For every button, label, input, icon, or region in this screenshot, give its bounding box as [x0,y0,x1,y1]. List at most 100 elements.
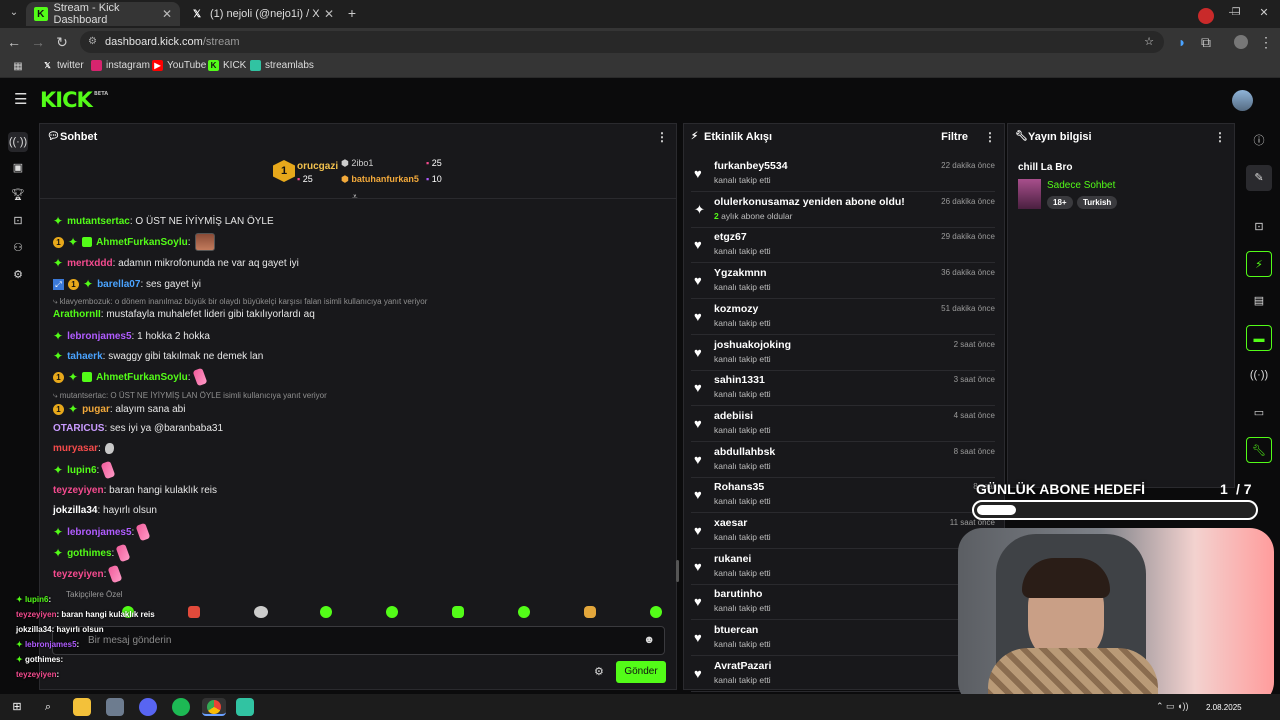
settings-icon[interactable]: ⚙ [8,265,28,285]
leaderboard-first-name[interactable]: orucgazi [297,161,338,172]
reply-context[interactable]: ⤷ klavyembozuk: o dönem inanılmaz büyük … [53,297,427,307]
bookmark-youtube[interactable]: ▶ YouTube [152,60,206,71]
streamlabs-icon[interactable] [236,698,254,716]
chrome-icon[interactable] [202,698,226,716]
broadcast-icon[interactable]: ((·)) [8,132,28,152]
activity-event[interactable]: ♥ adebiisi kanalı takip etti 4 saat önce [691,406,995,442]
category-name[interactable]: Sadece Sohbet [1047,180,1115,191]
site-info-icon[interactable]: ⚙ [88,31,97,53]
chat-username[interactable]: lebronjames5 [67,527,131,538]
info-icon[interactable]: ⓘ [1246,128,1272,154]
emote-yellow-icon[interactable] [584,606,596,618]
user-avatar[interactable] [1232,90,1253,111]
activity-options-icon[interactable]: ⋮ [984,130,996,144]
leaderboard-third[interactable]: ⬢ batuhanfurkan5 [341,174,419,185]
reply-context[interactable]: ⤷ mutantsertac: O ÜST NE İYİYMİŞ LAN ÖYL… [53,391,327,401]
chat-username[interactable]: mertxddd [67,258,113,269]
activity-event[interactable]: ♥ sahin1331 kanalı takip etti 3 saat önce [691,370,995,407]
emote-face-icon[interactable] [254,606,268,618]
activity-event[interactable]: ♥barutinhokanalı takip etti15 [691,584,995,621]
emote-green-icon[interactable] [518,606,530,618]
activity-event[interactable]: ♥rukaneikanalı takip etti15 [691,549,995,585]
tab-x[interactable]: 𝕏 (1) nejoli (@nejo1i) / X ✕ [182,2,342,26]
kick-logo[interactable]: KICK BETA [40,88,108,112]
app-icon[interactable] [106,698,124,716]
tab-kick-dashboard[interactable]: K Stream - Kick Dashboard ✕ [26,2,180,26]
hamburger-menu-icon[interactable]: ☰ [14,90,27,108]
screenshot-icon[interactable]: ⊡ [1246,214,1272,240]
window-close-icon[interactable]: ✕ [1256,5,1272,21]
chat-username[interactable]: teyzeyiyen [53,485,104,496]
chat-username[interactable]: jokzilla34 [53,505,97,516]
apps-grid-icon[interactable]: ▦ [10,59,26,75]
emote-green-icon[interactable] [386,606,398,618]
chat-username[interactable]: muryasar [53,443,98,454]
tag-pill[interactable]: Turkish [1077,196,1118,209]
chat-username[interactable]: teyzeyiyen [53,569,104,580]
close-icon[interactable]: ✕ [324,7,334,21]
bookmark-star-icon[interactable]: ☆ [1144,31,1154,53]
activity-event[interactable]: ♥ kozmozy kanalı takip etti 51 dakika önce [691,299,995,335]
filter-button[interactable]: Filtre [941,131,968,143]
activity-event[interactable]: ♥ Ygzakmnn kanalı takip etti 36 dakika önce [691,263,995,300]
chat-scrollbar[interactable] [676,560,679,582]
activity-event[interactable]: ♥ furkanbey5534 kanalı takip etti 22 dakika… [691,156,995,192]
chat-username[interactable]: AhmetFurkanSoylu [96,372,188,383]
back-icon[interactable]: ← [6,34,22,50]
emoji-picker-icon[interactable]: ☻ [643,634,655,646]
chat-options-icon[interactable]: ⋮ [656,130,668,144]
chat-username[interactable]: AhmetFurkanSoylu [96,237,188,248]
tray-icons[interactable]: ⌃ ▭ ◖)) [1156,701,1188,712]
emote-red-icon[interactable] [188,606,200,618]
tab-search-icon[interactable]: ⌄ [6,5,22,21]
activity-event[interactable]: ✦ olulerkonusamaz yeniden abone oldu! 2 ay… [691,192,995,228]
activity-event[interactable]: ♥btuercankanalı takip etti18 [691,620,995,657]
chat-settings-icon[interactable]: ⚙ [594,665,604,678]
search-icon[interactable]: ⌕ [39,698,57,716]
tag-pill[interactable]: 18+ [1047,196,1073,209]
activity-event[interactable]: ♥ joshuakojoking kanalı takip etti 2 saat ö… [691,335,995,371]
chat-username[interactable]: tahaerk [67,351,103,362]
windows-start-icon[interactable]: ⊞ [8,698,26,716]
url-field[interactable]: ⚙ dashboard.kick.com/stream ☆ [80,31,1164,53]
chat-username[interactable]: pugar [82,404,110,415]
new-tab-button[interactable]: + [344,5,360,21]
profile-badge-icon[interactable] [1198,8,1214,24]
emote-green-icon[interactable] [320,606,332,618]
activity-event[interactable]: ♥ abdullahbsk kanalı takip etti 8 saat önce [691,442,995,478]
close-icon[interactable]: ✕ [162,7,172,21]
leaderboard-second[interactable]: ⬢ 2ibo1 [341,158,373,169]
users-icon[interactable]: ⚇ [8,238,28,258]
reload-icon[interactable]: ↻ [54,34,70,50]
more-menu-icon[interactable]: ⋮ [1258,34,1274,50]
activity-event[interactable]: ♥ etgz67 kanalı takip etti 29 dakika önce [691,227,995,264]
chat-username[interactable]: ArathornII [53,309,101,320]
discord-icon[interactable] [139,698,157,716]
bookmark-twitter[interactable]: 𝕏twitter [42,60,83,71]
forward-icon[interactable]: → [30,34,46,50]
restore-icon[interactable]: ❐ [1228,5,1244,21]
stream-info-options-icon[interactable]: ⋮ [1214,130,1226,144]
file-explorer-icon[interactable] [73,698,91,716]
chat-icon[interactable]: ▬ [1246,325,1272,351]
broadcast-icon[interactable]: ((·)) [1246,362,1272,388]
chat-username[interactable]: OTARICUS [53,423,104,434]
chat-username[interactable]: lupin6 [67,465,96,476]
emote-green-icon[interactable] [650,606,662,618]
bookmark-kick[interactable]: K KICK [208,60,246,71]
document-icon[interactable]: ▤ [1246,288,1272,314]
bookmark-streamlabs[interactable]: streamlabs [250,60,314,71]
extensions-puzzle-icon[interactable]: ⧉ [1198,34,1214,50]
layout-icon[interactable]: ▭ [1246,400,1272,426]
spotify-icon[interactable] [172,698,190,716]
chat-username[interactable]: barella07 [97,279,140,290]
trophy-icon[interactable]: 🏆︎ [8,185,28,205]
tools-icon[interactable]: 🔧︎ [1246,437,1272,463]
lightning-icon[interactable]: ⚡︎ [1246,251,1272,277]
edit-icon[interactable]: ✎ [1246,165,1272,191]
send-button[interactable]: Gönder [616,661,666,683]
activity-event[interactable]: ♥AvratPazarikanalı takip etti19 [691,656,995,692]
chat-username[interactable]: lebronjames5 [67,331,131,342]
camera-icon[interactable]: ⊡ [8,211,28,231]
bookmark-instagram[interactable]: instagram [91,60,150,71]
